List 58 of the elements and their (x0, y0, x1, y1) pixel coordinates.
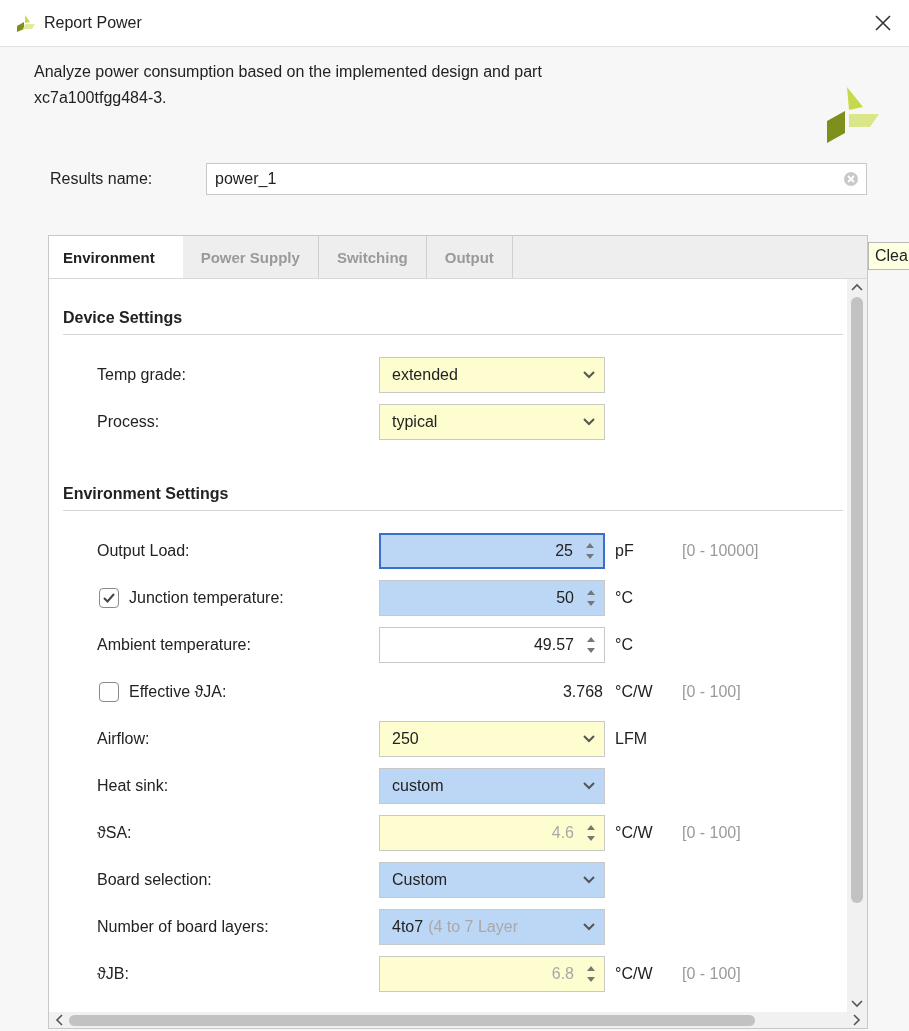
section-heading: Device Settings (63, 279, 843, 335)
spinner-field[interactable]: 49.57 (379, 626, 605, 663)
brand-logo-icon (825, 87, 879, 143)
horizontal-scrollbar[interactable] (49, 1012, 867, 1028)
checkbox[interactable] (99, 681, 119, 702)
section-heading: Environment Settings (63, 459, 843, 511)
dropdown[interactable]: Custom (379, 861, 605, 898)
range-text: [0 - 100] (682, 964, 741, 983)
unit-text: °C/W (615, 823, 654, 842)
unit-text: °C/W (615, 964, 654, 983)
checkbox[interactable] (99, 587, 119, 608)
chevron-down-icon (582, 875, 596, 884)
value-text: 3.768 (561, 682, 604, 701)
unit-text: °C (615, 635, 634, 654)
range-text: [0 - 10000] (682, 541, 759, 560)
unit-text: LFM (615, 729, 648, 748)
app-logo-icon (16, 14, 36, 32)
range-text: [0 - 100] (682, 823, 741, 842)
field-label: ϑJB: (97, 964, 129, 983)
tab[interactable]: Environment (49, 236, 183, 278)
description-text: Analyze power consumption based on the implemented design and part xc7a100tfgg484-3. (34, 62, 543, 108)
tooltip: Clea (868, 242, 909, 270)
field-label: Results name: (50, 170, 154, 188)
chevron-up-icon[interactable] (851, 283, 863, 291)
chevron-left-icon[interactable] (55, 1014, 63, 1026)
results-name-field[interactable]: power_1 (206, 163, 867, 195)
chevron-down-icon (582, 417, 596, 426)
field-label: Heat sink: (97, 776, 169, 795)
chevron-down-icon (582, 734, 596, 743)
chevron-down-icon[interactable] (851, 1000, 863, 1008)
dropdown[interactable]: extended (379, 356, 605, 393)
unit-text: pF (615, 541, 635, 560)
field-label: Effective ϑJA: (129, 682, 227, 701)
chevron-right-icon[interactable] (853, 1014, 861, 1026)
chevron-down-icon (582, 781, 596, 790)
dropdown[interactable]: custom (379, 767, 605, 804)
field-label: Temp grade: (97, 365, 186, 384)
field-label: Number of board layers: (97, 917, 269, 936)
field-label: Airflow: (97, 729, 150, 748)
chevron-down-icon (582, 922, 596, 931)
field-label: ϑSA: (97, 823, 132, 842)
field-label: Process: (97, 412, 160, 431)
field-label: Board selection: (97, 870, 212, 889)
window-title: Report Power (44, 14, 143, 32)
check-icon (102, 591, 116, 604)
chevron-down-icon (582, 370, 596, 379)
dropdown[interactable]: 4to7 (4 to 7 Layer (379, 908, 605, 945)
spinner-field[interactable]: 25 (379, 532, 605, 569)
field-label: Ambient temperature: (97, 635, 251, 654)
field-label: Output Load: (97, 541, 190, 560)
vertical-scrollbar[interactable] (847, 279, 867, 1012)
unit-text: °C (615, 588, 634, 607)
field-label: Junction temperature: (129, 588, 284, 607)
range-text: [0 - 100] (682, 682, 741, 701)
dropdown[interactable]: typical (379, 403, 605, 440)
spinner-field[interactable]: 50 (379, 579, 605, 616)
dropdown[interactable]: 250 (379, 720, 605, 757)
unit-text: °C/W (615, 682, 654, 701)
